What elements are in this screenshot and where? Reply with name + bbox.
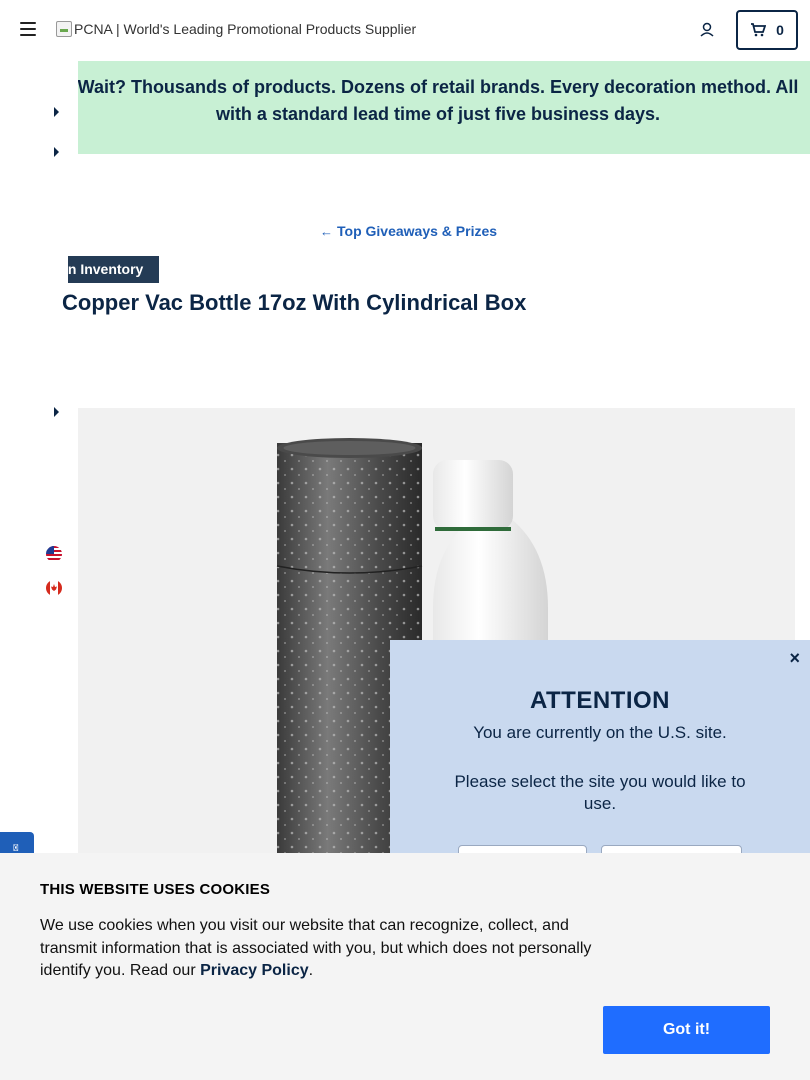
cookie-body-suffix: . (308, 962, 314, 979)
us-flag-icon[interactable] (46, 546, 62, 562)
caret-right-icon[interactable] (54, 407, 59, 417)
back-link-label: Top Giveaways & Prizes (337, 223, 498, 239)
broken-image-icon (56, 21, 72, 37)
logo-alt-text: PCNA | World's Leading Promotional Produ… (74, 21, 417, 37)
cookie-body: We use cookies when you visit our websit… (40, 915, 610, 983)
cart-button[interactable]: 0 (736, 10, 798, 50)
promo-banner: Wait? Thousands of products. Dozens of r… (78, 61, 810, 154)
caret-right-icon[interactable] (54, 147, 59, 157)
cart-icon (751, 23, 767, 37)
select-site-prompt: Please select the site you would like to… (454, 772, 746, 813)
current-site-notice: You are currently on the U.S. site. (473, 723, 727, 742)
back-to-category-link[interactable]: ← Top Giveaways & Prizes (320, 223, 497, 239)
caret-right-icon[interactable] (54, 107, 59, 117)
cart-count: 0 (776, 22, 784, 38)
inventory-badge: In Inventory (68, 256, 160, 283)
cookie-body-text: We use cookies when you visit our websit… (40, 917, 592, 979)
product-title: Copper Vac Bottle 17oz With Cylindrical … (62, 290, 527, 315)
site-logo[interactable]: PCNA | World's Leading Promotional Produ… (56, 21, 416, 37)
close-icon[interactable]: × (789, 648, 800, 669)
accept-cookies-button[interactable]: Got it! (603, 1006, 770, 1054)
modal-heading: ATTENTION (529, 687, 671, 714)
arrow-left-icon: ← (320, 223, 333, 239)
site-header: PCNA | World's Leading Promotional Produ… (0, 0, 810, 61)
user-icon[interactable] (698, 21, 716, 39)
inventory-badge-label: In Inventory (68, 261, 144, 277)
feedback-icon: ✉ (10, 843, 21, 852)
canada-flag-icon[interactable] (46, 580, 62, 596)
privacy-policy-link[interactable]: Privacy Policy (200, 962, 309, 979)
cookie-banner: THIS WEBSITE USES COOKIES We use cookies… (0, 853, 810, 1080)
cookie-heading: THIS WEBSITE USES COOKIES (40, 881, 271, 898)
hamburger-icon[interactable] (20, 22, 36, 36)
promo-text: Wait? Thousands of products. Dozens of r… (78, 77, 799, 124)
